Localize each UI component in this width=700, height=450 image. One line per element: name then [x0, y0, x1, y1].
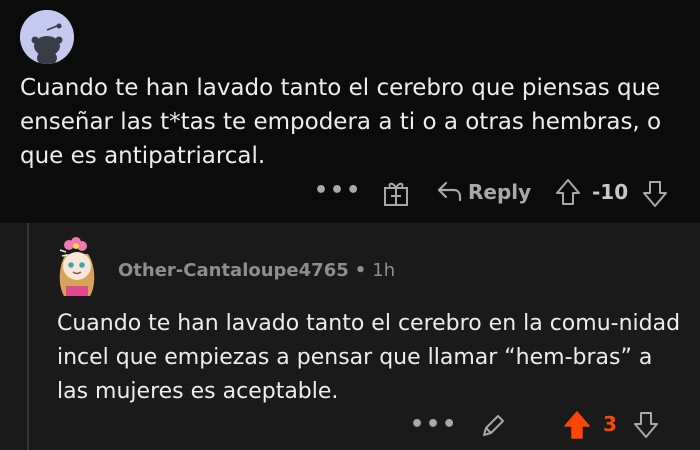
more-icon[interactable]: •••: [314, 178, 362, 203]
reply-comment-text: Cuando te han lavado tanto el cerebro en…: [57, 311, 681, 404]
more-icon[interactable]: •••: [410, 412, 458, 437]
parent-score: -10: [592, 180, 629, 204]
reply-button[interactable]: Reply: [468, 180, 531, 204]
downvote-icon[interactable]: [642, 179, 668, 213]
upvote-icon[interactable]: [563, 409, 591, 445]
parent-comment-text: Cuando te han lavado tanto el cerebro qu…: [20, 75, 662, 169]
gift-award-icon[interactable]: [383, 179, 409, 211]
meta-separator: •: [354, 260, 367, 281]
parent-comment-actions: ••• Reply -10: [0, 176, 700, 210]
thread-line[interactable]: [27, 223, 29, 450]
reply-meta: Other-Cantaloupe4765 • 1h: [118, 260, 395, 281]
timestamp: 1h: [372, 260, 396, 281]
username-link[interactable]: Other-Cantaloupe4765: [118, 260, 349, 281]
reply-icon[interactable]: [436, 180, 462, 208]
default-avatar-icon[interactable]: [20, 10, 74, 64]
upvote-icon[interactable]: [555, 177, 581, 211]
user-avatar-icon[interactable]: [48, 236, 106, 298]
edit-icon[interactable]: [478, 411, 508, 445]
downvote-icon[interactable]: [633, 410, 659, 444]
reply-score: 3: [603, 412, 617, 436]
